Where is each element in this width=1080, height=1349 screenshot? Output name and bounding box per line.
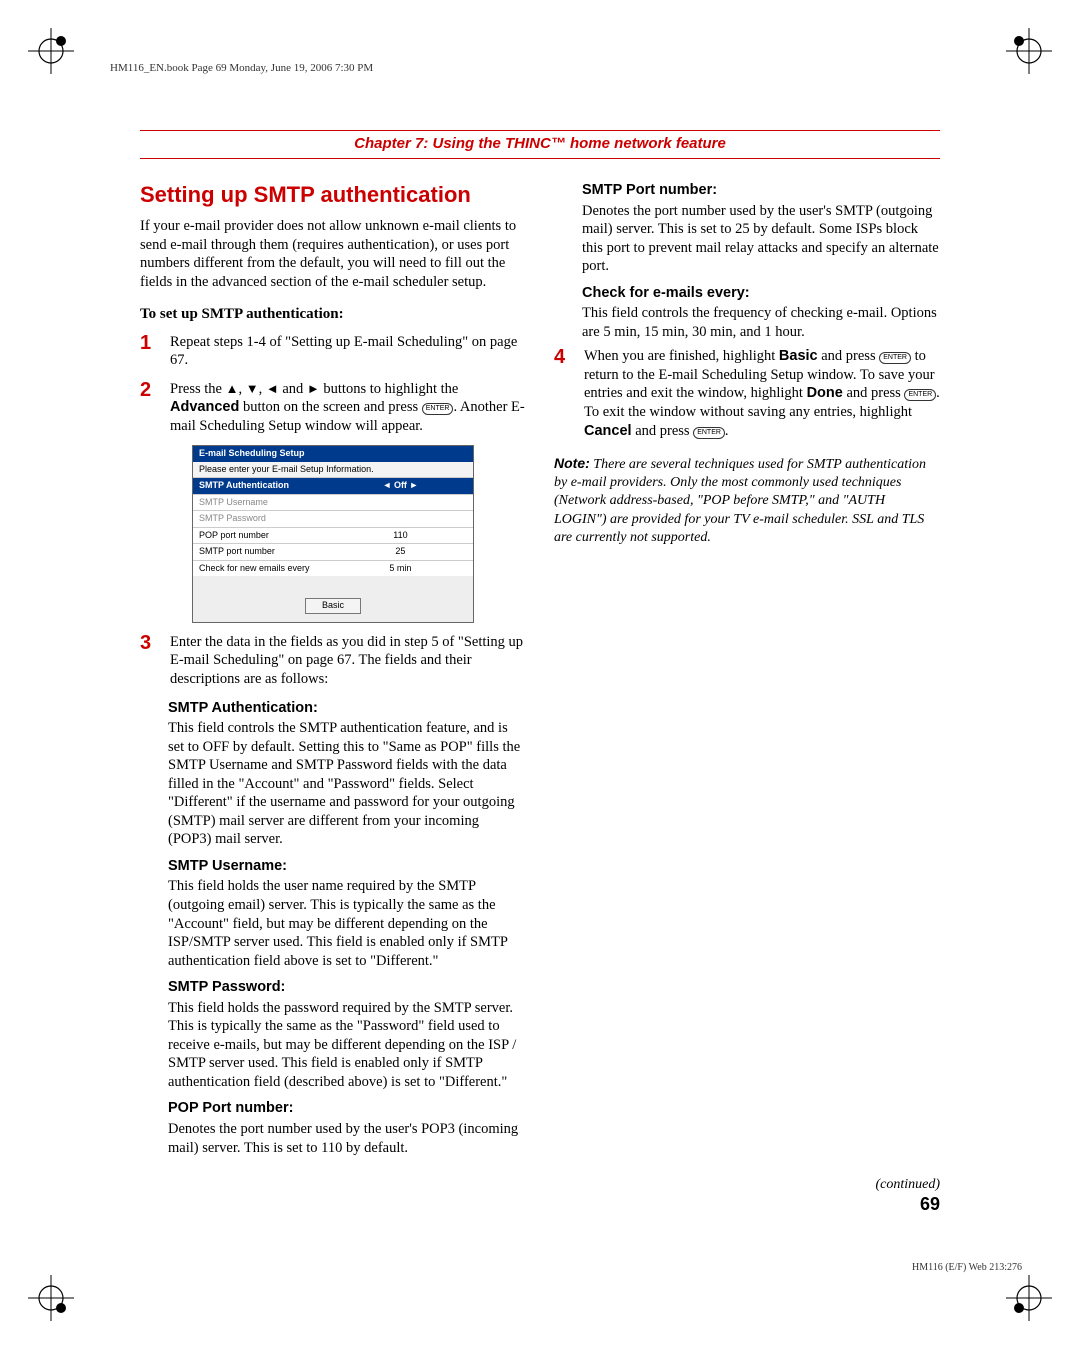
field-heading: Check for e-mails every: — [582, 284, 940, 303]
text: When you are finished, highlight — [584, 348, 779, 364]
field-body: This field holds the user name required … — [168, 877, 526, 970]
setup-row: SMTP Username — [193, 494, 473, 511]
right-arrow-icon: ► — [307, 381, 320, 396]
registration-mark-bottom-left — [28, 1275, 74, 1321]
text: Press the — [170, 381, 226, 397]
field-heading: POP Port number: — [168, 1099, 526, 1118]
text: buttons to highlight the — [320, 381, 459, 397]
field-heading: SMTP Port number: — [582, 181, 940, 200]
field-heading: SMTP Password: — [168, 978, 526, 997]
step-number: 1 — [140, 333, 160, 370]
window-subtitle: Please enter your E-mail Setup Informati… — [193, 462, 473, 478]
note-label: Note: — [554, 455, 590, 471]
up-arrow-icon: ▲ — [226, 381, 239, 396]
basic-button: Basic — [305, 598, 361, 614]
cancel-label: Cancel — [584, 423, 632, 439]
advanced-label: Advanced — [170, 399, 239, 415]
field-heading: SMTP Username: — [168, 857, 526, 876]
field-body: This field controls the frequency of che… — [582, 304, 940, 341]
step-body: Repeat steps 1-4 of "Setting up E-mail S… — [170, 333, 526, 370]
note-body: There are several techniques used for SM… — [554, 457, 926, 545]
right-column: SMTP Port number: Denotes the port numbe… — [554, 181, 940, 1163]
text: and press — [818, 348, 880, 364]
row-value: 5 min — [328, 561, 473, 577]
down-arrow-icon: ▼ — [246, 381, 259, 396]
field-heading: SMTP Authentication: — [168, 699, 526, 718]
left-arrow-icon: ◄ — [266, 381, 279, 396]
basic-label: Basic — [779, 348, 818, 364]
row-label: SMTP port number — [193, 544, 328, 560]
left-column: Setting up SMTP authentication If your e… — [140, 181, 526, 1163]
field-body: This field controls the SMTP authenticat… — [168, 719, 526, 849]
step-3: 3 Enter the data in the fields as you di… — [140, 633, 526, 689]
step-body: When you are finished, highlight Basic a… — [584, 347, 940, 440]
row-value: 110 — [328, 528, 473, 544]
enter-button-icon: ENTER — [904, 389, 936, 401]
row-label: SMTP Password — [193, 511, 328, 527]
page-content: Chapter 7: Using the THINC™ home network… — [140, 130, 940, 1219]
step-number: 4 — [554, 347, 574, 440]
intro-paragraph: If your e-mail provider does not allow u… — [140, 217, 526, 291]
row-label: POP port number — [193, 528, 328, 544]
row-value — [328, 495, 473, 511]
row-label: SMTP Authentication — [193, 478, 328, 494]
text: button on the screen and press — [239, 399, 421, 415]
setup-row: POP port number110 — [193, 527, 473, 544]
registration-mark-top-left — [28, 28, 74, 74]
window-title: E-mail Scheduling Setup — [193, 446, 473, 462]
step-number: 2 — [140, 380, 160, 436]
text: and press — [632, 423, 694, 439]
footer-code: HM116 (E/F) Web 213:276 — [912, 1262, 1022, 1273]
row-value: ◄ Off ► — [328, 478, 473, 494]
text: and press — [843, 385, 905, 401]
step-1: 1 Repeat steps 1-4 of "Setting up E-mail… — [140, 333, 526, 370]
registration-mark-top-right — [1006, 28, 1052, 74]
enter-button-icon: ENTER — [879, 352, 911, 364]
step-number: 3 — [140, 633, 160, 689]
chapter-header: Chapter 7: Using the THINC™ home network… — [140, 130, 940, 159]
done-label: Done — [807, 385, 843, 401]
section-title: Setting up SMTP authentication — [140, 181, 526, 209]
registration-mark-bottom-right — [1006, 1275, 1052, 1321]
row-label: Check for new emails every — [193, 561, 328, 577]
page-number: 69 — [920, 1194, 940, 1215]
enter-button-icon: ENTER — [422, 403, 454, 415]
step-body: Enter the data in the fields as you did … — [170, 633, 526, 689]
email-scheduling-setup-window: E-mail Scheduling Setup Please enter you… — [192, 445, 474, 623]
field-body: Denotes the port number used by the user… — [582, 202, 940, 276]
field-body: This field holds the password required b… — [168, 999, 526, 1092]
setup-row: SMTP Password — [193, 510, 473, 527]
note-paragraph: Note: There are several techniques used … — [554, 454, 940, 547]
continued-indicator: (continued) — [875, 1177, 940, 1193]
row-label: SMTP Username — [193, 495, 328, 511]
row-value: 25 — [328, 544, 473, 560]
setup-row: SMTP Authentication◄ Off ► — [193, 477, 473, 494]
setup-footer: Basic — [193, 576, 473, 622]
step-body: Press the ▲, ▼, ◄ and ► buttons to highl… — [170, 380, 526, 436]
step-2: 2 Press the ▲, ▼, ◄ and ► buttons to hig… — [140, 380, 526, 436]
step-4: 4 When you are finished, highlight Basic… — [554, 347, 940, 440]
procedure-subhead: To set up SMTP authentication: — [140, 305, 526, 324]
print-header-line: HM116_EN.book Page 69 Monday, June 19, 2… — [110, 62, 373, 74]
setup-row: SMTP port number25 — [193, 543, 473, 560]
setup-row: Check for new emails every5 min — [193, 560, 473, 577]
field-body: Denotes the port number used by the user… — [168, 1120, 526, 1157]
row-value — [328, 511, 473, 527]
enter-button-icon: ENTER — [693, 427, 725, 439]
